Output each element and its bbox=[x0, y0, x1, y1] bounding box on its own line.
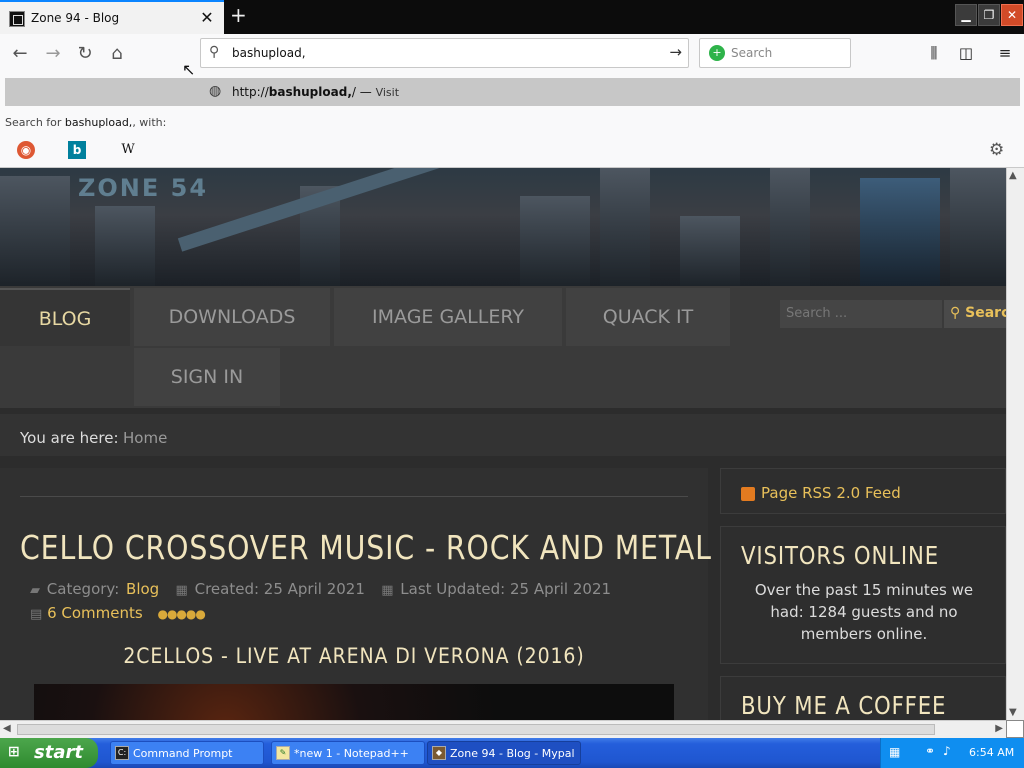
rating-stars: ●●●●● bbox=[157, 607, 205, 621]
article-title[interactable]: CELLO CROSSOVER MUSIC - ROCK AND METAL bbox=[20, 528, 712, 567]
browser-icon: ◆ bbox=[432, 746, 446, 760]
notepad-icon: ✎ bbox=[276, 746, 290, 760]
comment-icon: ▤ bbox=[30, 607, 43, 622]
article-meta-2: ▤ 6 Comments ●●●●● bbox=[30, 604, 206, 622]
search-icon: ⚲ bbox=[950, 305, 961, 321]
site-search-input[interactable]: Search ... bbox=[780, 300, 942, 328]
created-date: Created: 25 April 2021 bbox=[194, 580, 365, 598]
scrollbar-corner bbox=[1006, 720, 1024, 738]
coffee-box: BUY ME A COFFEE bbox=[720, 676, 1006, 720]
clock[interactable]: 6:54 AM bbox=[969, 746, 1014, 759]
close-window-button[interactable]: ✕ bbox=[1001, 4, 1023, 26]
visitors-text: Over the past 15 minutes we had: 1284 gu… bbox=[754, 581, 974, 643]
visitors-box: VISITORS ONLINE Over the past 15 minutes… bbox=[720, 526, 1006, 664]
url-dropdown: ◍ http://bashupload,/ — Visit Search for… bbox=[0, 74, 1024, 168]
back-button[interactable]: ← bbox=[9, 43, 31, 64]
scroll-left-icon[interactable]: ◀ bbox=[3, 723, 11, 734]
system-tray: ▦ ⚭ ♪ 6:54 AM bbox=[880, 738, 1024, 768]
menu-sign-in[interactable]: SIGN IN bbox=[134, 348, 280, 406]
go-arrow-icon[interactable]: → bbox=[669, 43, 682, 61]
search-engine-icon: + bbox=[709, 45, 725, 61]
reload-button[interactable]: ↻ bbox=[74, 43, 96, 64]
sidebar: Page RSS 2.0 Feed VISITORS ONLINE Over t… bbox=[720, 468, 1006, 720]
taskbar-item-command-prompt[interactable]: C: Command Prompt bbox=[110, 741, 264, 765]
rss-link[interactable]: Page RSS 2.0 Feed bbox=[761, 484, 901, 502]
divider bbox=[20, 496, 688, 497]
browser-window: Zone 94 - Blog ✕ + ▁ ❐ ✕ ← → ↻ ⌂ ⚲ bashu… bbox=[0, 0, 1024, 768]
search-box[interactable]: + Search bbox=[699, 38, 851, 68]
menu-icon[interactable]: ≡ bbox=[995, 44, 1015, 62]
rss-icon bbox=[741, 487, 755, 501]
restore-button[interactable]: ❐ bbox=[978, 4, 1000, 26]
home-button[interactable]: ⌂ bbox=[106, 43, 128, 64]
menu-downloads[interactable]: DOWNLOADS bbox=[134, 288, 330, 346]
start-button[interactable]: ⊞ start bbox=[0, 738, 98, 768]
taskbar-item-notepad[interactable]: ✎ *new 1 - Notepad++ bbox=[271, 741, 425, 765]
site-favicon-icon bbox=[9, 11, 25, 27]
horizontal-scrollbar[interactable]: ◀ ▶ bbox=[0, 720, 1006, 738]
vertical-scrollbar[interactable]: ▲ ▼ bbox=[1006, 168, 1024, 720]
site-banner: ZONE 54 bbox=[0, 168, 1006, 286]
mouse-cursor-icon: ↖ bbox=[182, 60, 196, 79]
window-controls: ▁ ❐ ✕ bbox=[955, 0, 1024, 30]
site-search-button[interactable]: ⚲ Search bbox=[944, 300, 1006, 328]
url-input[interactable]: bashupload, bbox=[232, 46, 306, 60]
new-tab-button[interactable]: + bbox=[230, 3, 247, 27]
article-meta: ▰ Category: Blog ▦ Created: 25 April 202… bbox=[30, 580, 612, 598]
url-suggestion[interactable]: ◍ http://bashupload,/ — Visit bbox=[5, 78, 1020, 106]
wikipedia-icon[interactable]: W bbox=[119, 141, 137, 159]
menu-image-gallery[interactable]: IMAGE GALLERY bbox=[334, 288, 562, 346]
category-link[interactable]: Blog bbox=[126, 580, 159, 598]
site-logo[interactable]: ZONE 54 bbox=[78, 174, 208, 202]
gear-icon[interactable]: ⚙ bbox=[989, 140, 1004, 160]
suggestion-text: http://bashupload,/ — Visit bbox=[232, 85, 400, 99]
main-menu: BLOG DOWNLOADS IMAGE GALLERY QUACK IT SI… bbox=[0, 286, 1006, 408]
minimize-button[interactable]: ▁ bbox=[955, 4, 977, 26]
visit-label: Visit bbox=[375, 86, 400, 99]
article: CELLO CROSSOVER MUSIC - ROCK AND METAL ▰… bbox=[0, 468, 711, 720]
sidebar-icon[interactable]: ◫ bbox=[956, 44, 976, 62]
menu-quack-it[interactable]: QUACK IT bbox=[566, 288, 730, 346]
globe-icon: ◍ bbox=[209, 83, 222, 99]
coffee-heading: BUY ME A COFFEE bbox=[741, 691, 947, 720]
article-subtitle: 2CELLOS - LIVE AT ARENA DI VERONA (2016) bbox=[123, 644, 585, 668]
calendar-icon: ▦ bbox=[175, 583, 188, 598]
breadcrumb-home[interactable]: Home bbox=[123, 429, 167, 447]
close-tab-icon[interactable]: ✕ bbox=[199, 8, 215, 27]
scroll-right-icon[interactable]: ▶ bbox=[995, 723, 1003, 734]
library-icon[interactable]: ⫼ bbox=[924, 44, 944, 62]
tab-zone94[interactable]: Zone 94 - Blog ✕ bbox=[0, 0, 224, 34]
scroll-up-icon[interactable]: ▲ bbox=[1009, 170, 1017, 181]
taskbar-item-mypal[interactable]: ◆ Zone 94 - Blog - Mypal bbox=[427, 741, 581, 765]
volume-icon[interactable]: ♪ bbox=[943, 744, 951, 758]
scroll-thumb[interactable] bbox=[17, 724, 935, 735]
video-embed[interactable] bbox=[34, 684, 674, 720]
network-icon[interactable]: ⚭ bbox=[925, 744, 935, 758]
navigation-toolbar: ← → ↻ ⌂ ⚲ bashupload, → + Search ⫼ ◫ ≡ bbox=[0, 34, 1024, 74]
scroll-down-icon[interactable]: ▼ bbox=[1009, 707, 1017, 718]
terminal-icon: C: bbox=[115, 746, 129, 760]
forward-button[interactable]: → bbox=[42, 43, 64, 64]
visitors-heading: VISITORS ONLINE bbox=[741, 541, 940, 570]
menu-blog[interactable]: BLOG bbox=[0, 288, 130, 346]
tab-strip: Zone 94 - Blog ✕ + ▁ ❐ ✕ bbox=[0, 0, 1024, 34]
bing-icon[interactable]: b bbox=[68, 141, 86, 159]
keyboard-icon[interactable]: ▦ bbox=[889, 745, 900, 759]
rss-box: Page RSS 2.0 Feed bbox=[720, 468, 1006, 514]
url-bar[interactable]: ⚲ bashupload, → bbox=[200, 38, 689, 68]
windows-logo-icon: ⊞ bbox=[8, 744, 20, 760]
search-for-text: Search for bashupload,, with: bbox=[5, 116, 167, 129]
duckduckgo-icon[interactable]: ◉ bbox=[17, 141, 35, 159]
breadcrumb-label: You are here: bbox=[20, 429, 119, 447]
taskbar: ⊞ start C: Command Prompt ✎ *new 1 - Not… bbox=[0, 738, 1024, 768]
folder-icon: ▰ bbox=[30, 583, 40, 598]
calendar-icon: ▦ bbox=[381, 583, 394, 598]
breadcrumb: You are here: Home bbox=[0, 414, 1006, 456]
search-input[interactable]: Search bbox=[731, 46, 772, 60]
tab-title: Zone 94 - Blog bbox=[31, 11, 120, 25]
updated-date: Last Updated: 25 April 2021 bbox=[400, 580, 612, 598]
web-page: ZONE 54 BLOG DOWNLOADS IMAGE GALLERY QUA… bbox=[0, 168, 1006, 720]
search-icon: ⚲ bbox=[209, 44, 220, 60]
comments-link[interactable]: 6 Comments bbox=[47, 604, 143, 622]
